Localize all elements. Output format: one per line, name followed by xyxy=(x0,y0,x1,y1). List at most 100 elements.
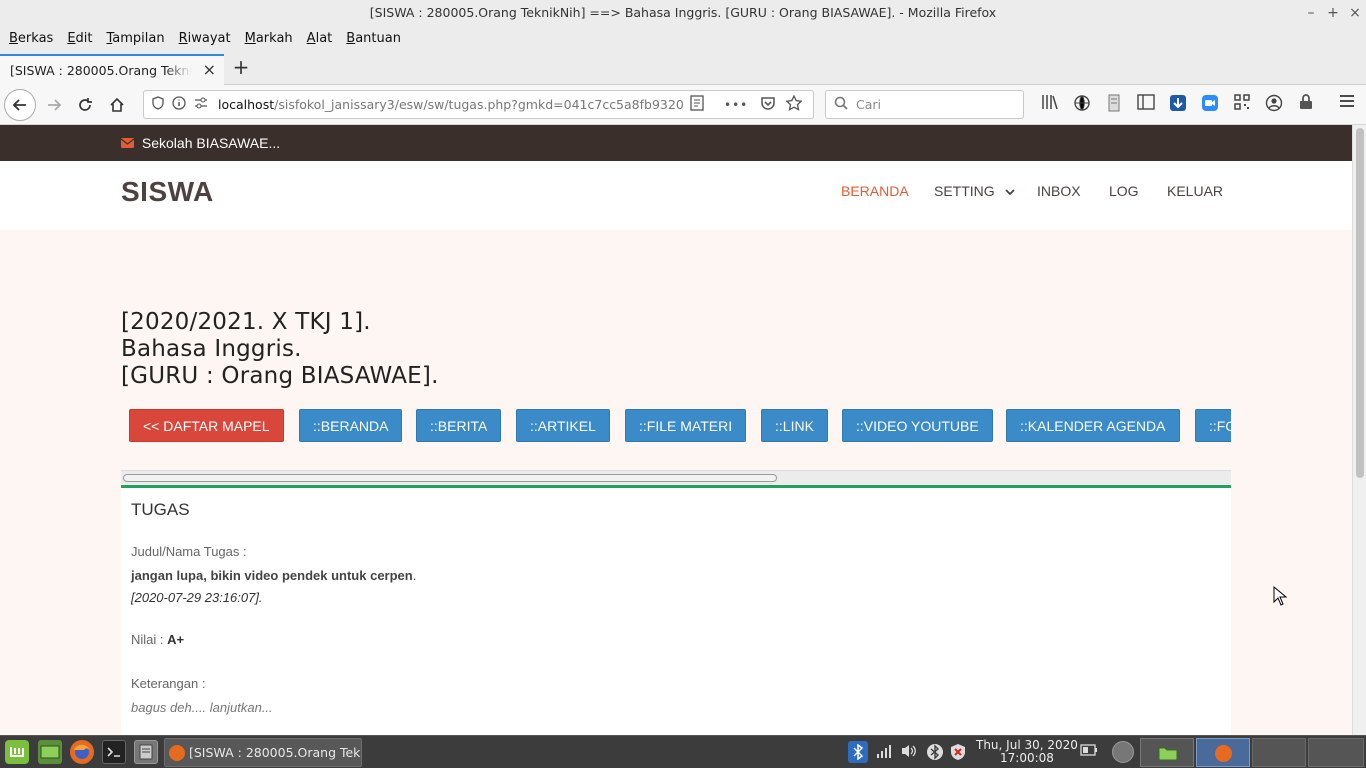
maximize-button[interactable]: + xyxy=(1322,0,1344,26)
mint-menu-icon[interactable] xyxy=(5,740,29,764)
vertical-scrollbar[interactable] xyxy=(1352,125,1366,735)
file-materi-button[interactable]: ::FILE MATERI xyxy=(625,409,747,442)
search-icon xyxy=(834,96,848,113)
main-nav: BERANDA SETTING INBOX LOG KELUAR xyxy=(0,161,1352,230)
horizontal-scrollbar-thumb[interactable] xyxy=(123,474,777,482)
volume-icon[interactable] xyxy=(900,743,918,763)
menubar: Berkas Edit Tampilan Riwayat Markah Alat… xyxy=(0,26,1366,50)
nav-log[interactable]: LOG xyxy=(1109,183,1139,199)
site-header: SISWA BERANDA SETTING INBOX LOG KELUAR xyxy=(0,161,1352,230)
horizontal-scrollbar[interactable] xyxy=(121,470,1231,484)
menu-riwayat[interactable]: Riwayat xyxy=(174,31,236,46)
close-window-button[interactable]: × xyxy=(1344,0,1366,26)
info-icon[interactable] xyxy=(172,96,186,113)
pocket-icon[interactable] xyxy=(760,95,776,114)
menu-alat[interactable]: Alat xyxy=(302,31,338,46)
window-title: [SISWA : 280005.Orang TeknikNih] ==> Bah… xyxy=(369,5,997,20)
task-date: [2020-07-29 23:16:07]. xyxy=(131,590,263,605)
nav-inbox[interactable]: INBOX xyxy=(1037,183,1081,199)
search-placeholder: Cari xyxy=(856,97,881,112)
extension-doc-icon[interactable] xyxy=(1104,94,1124,114)
chevron-down-icon xyxy=(1004,189,1015,196)
page-actions-icon[interactable]: ••• xyxy=(724,98,748,112)
network-icon[interactable] xyxy=(876,743,892,763)
url-bar[interactable]: localhost/sisfokol_janissary3/esw/sw/tug… xyxy=(143,90,814,119)
minimize-button[interactable]: – xyxy=(1300,0,1322,26)
workspace-icon[interactable] xyxy=(1112,741,1134,763)
nav-keluar[interactable]: KELUAR xyxy=(1167,183,1223,199)
terminal-icon[interactable] xyxy=(102,740,126,764)
taskbar-firefox-preview[interactable] xyxy=(1196,738,1250,767)
video-youtube-button[interactable]: ::VIDEO YOUTUBE xyxy=(842,409,993,442)
permissions-icon[interactable] xyxy=(194,96,208,113)
reload-icon[interactable] xyxy=(71,91,99,119)
zoom-extension-icon[interactable] xyxy=(1200,94,1220,114)
back-icon[interactable] xyxy=(4,89,36,121)
battery-icon[interactable] xyxy=(1080,743,1098,761)
heading-teacher-line: [GURU : Orang BIASAWAE]. xyxy=(121,363,439,389)
navigation-toolbar: localhost/sisfokol_janissary3/esw/sw/tug… xyxy=(0,85,1366,125)
library-icon[interactable] xyxy=(1040,94,1060,114)
link-button[interactable]: ::LINK xyxy=(761,409,828,442)
qr-code-icon[interactable] xyxy=(1232,94,1252,114)
bookmark-star-icon[interactable] xyxy=(785,94,803,114)
download-icon[interactable] xyxy=(1168,94,1188,114)
sidebar-icon[interactable] xyxy=(1136,94,1156,114)
page-heading: [2020/2021. X TKJ 1]. Bahasa Inggris. [G… xyxy=(121,309,439,390)
tab-close-icon[interactable]: × xyxy=(203,60,216,79)
beranda-button[interactable]: ::BERANDA xyxy=(299,409,403,442)
reader-view-icon[interactable] xyxy=(690,95,704,114)
daftar-mapel-button[interactable]: << DAFTAR MAPEL xyxy=(129,409,284,442)
account-icon[interactable] xyxy=(1264,94,1284,114)
search-field[interactable]: Cari xyxy=(825,90,1024,119)
menu-edit[interactable]: Edit xyxy=(62,31,97,46)
nav-setting[interactable]: SETTING xyxy=(934,183,1015,199)
taskbar-window-label: [SISWA : 280005.Orang Tekn... xyxy=(189,745,362,760)
page-viewport: Sekolah BIASAWAE... SISWA BERANDA SETTIN… xyxy=(0,125,1352,735)
menu-bantuan[interactable]: Bantuan xyxy=(341,31,406,46)
menu-markah[interactable]: Markah xyxy=(240,31,298,46)
home-icon[interactable] xyxy=(103,91,131,119)
envelope-icon xyxy=(120,135,138,151)
forum-button[interactable]: ::FO xyxy=(1195,409,1231,442)
files-launcher-icon[interactable] xyxy=(134,740,158,764)
clock-time: 17:00:08 xyxy=(1000,751,1054,765)
bluetooth-icon[interactable] xyxy=(926,743,944,765)
task-section-title: TUGAS xyxy=(131,500,190,519)
clock[interactable]: Thu, Jul 30, 2020 17:00:08 xyxy=(976,739,1078,765)
nav-beranda[interactable]: BERANDA xyxy=(841,183,909,199)
kalender-agenda-button[interactable]: ::KALENDER AGENDA xyxy=(1006,409,1180,442)
artikel-button[interactable]: ::ARTIKEL xyxy=(516,409,610,442)
security-alert-icon[interactable] xyxy=(949,743,967,765)
heading-class-line: [2020/2021. X TKJ 1]. xyxy=(121,309,371,335)
berita-button[interactable]: ::BERITA xyxy=(416,409,502,442)
new-tab-icon[interactable]: + xyxy=(230,56,252,80)
workspace-2[interactable] xyxy=(1308,738,1364,767)
workspace-1[interactable] xyxy=(1252,738,1306,767)
vertical-scrollbar-thumb[interactable] xyxy=(1356,128,1364,478)
menu-tampilan[interactable]: Tampilan xyxy=(102,31,170,46)
url-text[interactable]: localhost/sisfokol_janissary3/esw/sw/tug… xyxy=(218,97,684,112)
firefox-preview-icon xyxy=(1215,745,1232,762)
tab-active[interactable]: [SISWA : 280005.Orang TeknikNih × xyxy=(0,54,224,85)
top-info-strip: Sekolah BIASAWAE... xyxy=(0,125,1352,161)
tab-label: [SISWA : 280005.Orang TeknikNih xyxy=(10,63,192,78)
firefox-task-icon xyxy=(169,745,185,761)
lock-icon[interactable] xyxy=(1296,94,1316,114)
bluetooth-applet-icon[interactable] xyxy=(848,741,868,763)
extension-globe-icon[interactable] xyxy=(1072,94,1092,114)
task-title-label: Judul/Nama Tugas : xyxy=(131,544,247,559)
forward-icon[interactable] xyxy=(40,91,68,119)
school-name: Sekolah BIASAWAE... xyxy=(141,135,281,151)
taskbar-files-preview[interactable] xyxy=(1140,738,1194,767)
shield-icon[interactable] xyxy=(152,96,164,113)
folder-icon xyxy=(1158,747,1178,761)
menu-berkas[interactable]: Berkas xyxy=(4,31,58,46)
show-desktop-icon[interactable] xyxy=(38,740,62,764)
nav-setting-label: SETTING xyxy=(934,183,995,199)
firefox-launcher-icon[interactable] xyxy=(70,740,94,764)
task-note-value: bagus deh.... lanjutkan... xyxy=(131,700,273,715)
hamburger-menu-icon[interactable] xyxy=(1337,94,1357,114)
taskbar-firefox-window[interactable]: [SISWA : 280005.Orang Tekn... xyxy=(164,738,362,767)
taskbar: [SISWA : 280005.Orang Tekn... Thu, Jul 3… xyxy=(0,735,1366,768)
